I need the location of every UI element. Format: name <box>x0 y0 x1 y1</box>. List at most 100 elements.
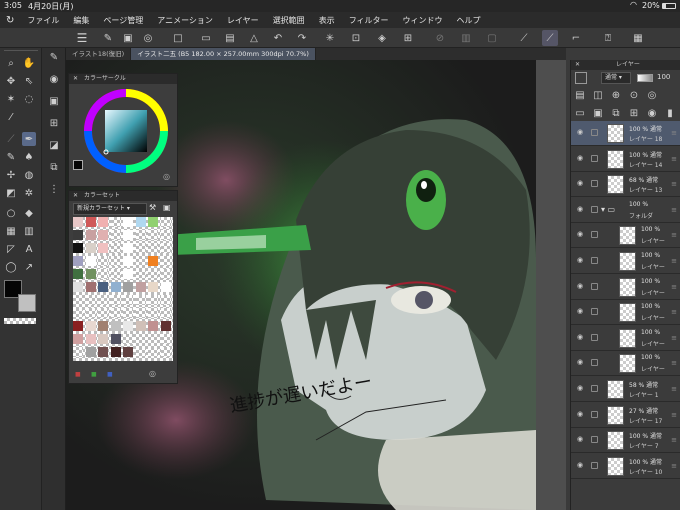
menu-filter[interactable]: フィルター <box>342 15 396 26</box>
layer-ref-icon[interactable]: ◎ <box>645 88 659 102</box>
color-swatch[interactable] <box>148 217 158 227</box>
color-swatch[interactable] <box>160 243 171 253</box>
menu-page[interactable]: ページ管理 <box>96 15 150 26</box>
color-swatch[interactable] <box>110 295 121 305</box>
color-swatch[interactable] <box>85 295 96 305</box>
color-swatch[interactable] <box>110 334 121 344</box>
layer-property-icon[interactable] <box>575 72 587 84</box>
menu-view[interactable]: 表示 <box>312 15 342 26</box>
layer-select-checkbox[interactable] <box>591 308 598 316</box>
color-swatch[interactable] <box>123 321 133 331</box>
visibility-eye-icon[interactable]: ◉ <box>577 436 585 443</box>
subtool-palette-icon[interactable]: ▣ <box>47 94 61 108</box>
color-swatch[interactable] <box>123 295 133 305</box>
color-swatch[interactable] <box>73 347 83 357</box>
menu-toggle-icon[interactable]: ☰ <box>74 30 90 46</box>
color-set-options-icon[interactable]: ◎ <box>149 369 156 378</box>
color-swatch[interactable] <box>73 295 83 305</box>
layer-clip-icon[interactable]: ⊕ <box>609 88 623 102</box>
color-swatch[interactable] <box>123 256 133 266</box>
eyedropper-icon[interactable]: ⁄ <box>4 110 18 124</box>
sub-color-swatch[interactable] <box>18 294 36 312</box>
drag-handle-icon[interactable]: ≡ <box>671 257 677 265</box>
color-swatch[interactable] <box>110 243 121 253</box>
color-swatch[interactable] <box>85 308 96 318</box>
layer-mask-icon[interactable]: ◫ <box>591 88 605 102</box>
hand-icon[interactable]: ✋ <box>22 56 36 70</box>
color-swatch[interactable] <box>148 269 158 279</box>
layer-select-checkbox[interactable] <box>591 205 598 213</box>
color-swatch[interactable] <box>123 230 133 240</box>
opacity-slider[interactable] <box>637 74 653 82</box>
drag-handle-icon[interactable]: ≡ <box>671 462 677 470</box>
color-swatch[interactable] <box>98 308 108 318</box>
layer-row[interactable]: ◉ 100 % 通常 レイヤー 18 ≡ <box>571 121 680 146</box>
gradient-icon[interactable]: ▦ <box>4 224 18 238</box>
visibility-eye-icon[interactable]: ◉ <box>577 180 585 187</box>
color-swatch[interactable] <box>135 230 146 240</box>
color-swatch[interactable] <box>98 282 108 292</box>
color-swatch[interactable] <box>98 334 108 344</box>
drag-handle-icon[interactable]: ≡ <box>671 180 677 188</box>
layer-row[interactable]: ◉ 100 % レイヤー ≡ <box>571 223 680 249</box>
layer-row[interactable]: ◉ 100 % レイヤー ≡ <box>571 249 680 274</box>
color-swatch[interactable] <box>98 321 108 331</box>
fill-icon[interactable]: ◈ <box>374 30 390 46</box>
delete-layer-icon[interactable]: ▮ <box>663 106 677 120</box>
color-swatch[interactable] <box>73 230 83 240</box>
color-swatch[interactable] <box>110 256 121 266</box>
color-swatch[interactable] <box>123 217 133 227</box>
color-set-menu-icon[interactable]: ▣ <box>163 203 171 212</box>
color-swatch[interactable] <box>110 308 121 318</box>
visibility-eye-icon[interactable]: ◉ <box>577 129 585 136</box>
drag-handle-icon[interactable]: ≡ <box>671 231 677 239</box>
eraser-icon[interactable]: ◩ <box>4 186 18 200</box>
subtool-material-icon[interactable]: ◪ <box>47 138 61 152</box>
open-icon[interactable]: ▣ <box>120 30 136 46</box>
layer-select-checkbox[interactable] <box>591 129 598 136</box>
layer-row[interactable]: ◉ 58 % 通常 レイヤー 1 ≡ <box>571 377 680 402</box>
subtool-pen-icon[interactable]: ✎ <box>47 50 61 64</box>
redo-icon[interactable]: ↷ <box>294 30 310 46</box>
color-swatch[interactable] <box>98 295 108 305</box>
color-swatch[interactable] <box>73 321 83 331</box>
menu-edit[interactable]: 編集 <box>66 15 96 26</box>
clear-icon[interactable]: ⊡ <box>348 30 364 46</box>
merge-down-icon[interactable]: ⊞ <box>627 106 641 120</box>
tab-document-active[interactable]: イラスト二五 (B5 182.00 × 257.00mm 300dpi 70.7… <box>131 48 316 60</box>
color-swatch[interactable] <box>123 269 133 279</box>
drag-handle-icon[interactable]: ≡ <box>671 129 677 137</box>
color-swatch[interactable] <box>73 269 83 279</box>
subtool-layers-icon[interactable]: ⧉ <box>47 160 61 174</box>
invert-selection-icon[interactable]: ▥ <box>458 30 474 46</box>
object-icon[interactable]: ⇖ <box>22 74 36 88</box>
color-swatch[interactable] <box>148 308 158 318</box>
color-swatch[interactable] <box>148 295 158 305</box>
color-swatch[interactable] <box>135 347 146 357</box>
layer-row[interactable]: ◉ 27 % 通常 レイヤー 17 ≡ <box>571 403 680 428</box>
color-swatch[interactable] <box>110 282 121 292</box>
crop-icon[interactable]: ▢ <box>484 30 500 46</box>
layer-row[interactable]: ◉ 100 % レイヤー ≡ <box>571 300 680 326</box>
settings-icon[interactable]: ▦ <box>630 30 646 46</box>
color-swatch[interactable] <box>85 269 96 279</box>
color-swatch[interactable] <box>110 230 121 240</box>
new-layer-icon[interactable]: ▭ <box>573 106 587 120</box>
snap-icon[interactable]: ⌐ <box>568 30 584 46</box>
correct-line-icon[interactable]: ↗ <box>22 260 36 274</box>
visibility-eye-icon[interactable]: ◉ <box>577 282 585 289</box>
drag-handle-icon[interactable]: ≡ <box>671 334 677 342</box>
layer-select-checkbox[interactable] <box>591 180 598 188</box>
transform-icon[interactable]: ⊞ <box>400 30 416 46</box>
figure-icon[interactable]: ○ <box>4 206 18 220</box>
clip-icon[interactable]: ◎ <box>140 30 156 46</box>
ruler-tool-icon[interactable]: ◸ <box>4 242 18 256</box>
visibility-eye-icon[interactable]: ◉ <box>577 461 585 468</box>
color-swatch[interactable] <box>85 282 96 292</box>
visibility-eye-icon[interactable]: ◉ <box>577 231 585 238</box>
color-swatch[interactable] <box>123 282 133 292</box>
color-swatch[interactable] <box>135 308 146 318</box>
layer-row[interactable]: ◉ ▾ ▭ 100 % フォルダ ≡ <box>571 198 680 223</box>
color-swatch[interactable] <box>160 295 171 305</box>
blend-icon[interactable]: ◍ <box>22 168 36 182</box>
